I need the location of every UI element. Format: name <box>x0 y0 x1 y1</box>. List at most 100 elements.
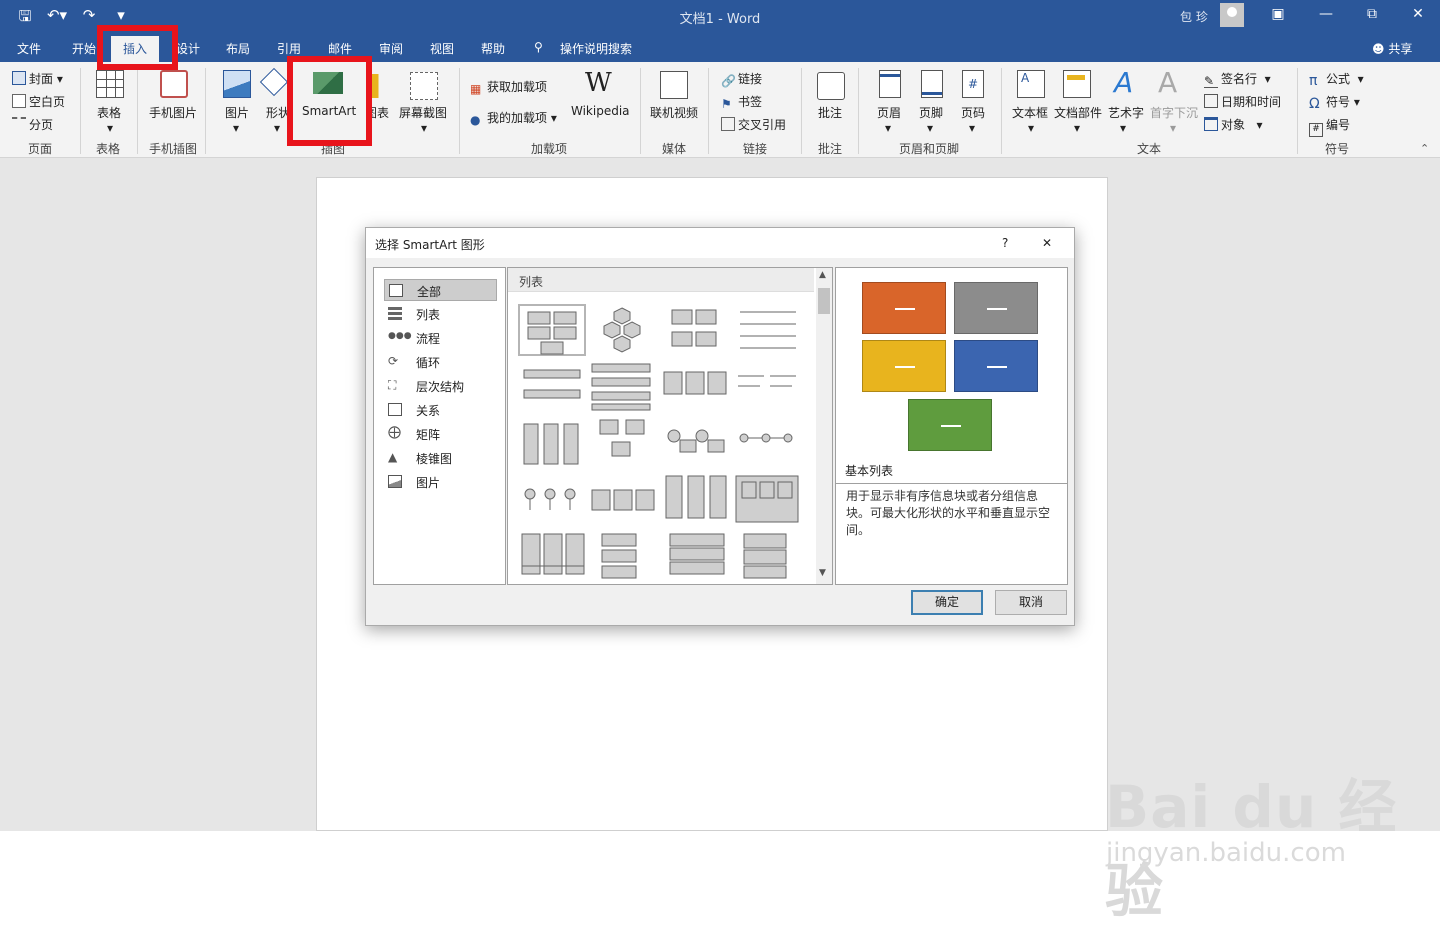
page-number-icon: # <box>962 70 984 98</box>
cover-page-button[interactable]: 封面 ▾ <box>12 70 63 87</box>
dialog-title: 选择 SmartArt 图形 <box>375 238 485 252</box>
layout-thumbnail[interactable] <box>662 530 730 582</box>
layout-thumbnail[interactable] <box>662 416 730 468</box>
layout-thumbnail[interactable] <box>662 304 730 356</box>
collapse-ribbon-icon[interactable]: ⌃ <box>1420 142 1429 155</box>
tell-me-search[interactable]: 操作说明搜索 <box>560 40 632 57</box>
category-pyramid[interactable]: ▲ 棱锥图 <box>384 447 497 469</box>
category-relationship[interactable]: 关系 <box>384 399 497 421</box>
close-window-icon[interactable]: ✕ <box>1406 6 1430 22</box>
category-cycle[interactable]: ⟳ 循环 <box>384 351 497 373</box>
layout-thumbnail[interactable] <box>734 530 802 582</box>
layout-thumbnail[interactable] <box>518 304 586 356</box>
layout-thumbnail[interactable] <box>734 416 802 468</box>
online-video-button[interactable]: 联机视频 <box>650 104 698 121</box>
page-number-button[interactable]: 页码 ▾ <box>961 104 985 135</box>
layout-thumbnail[interactable] <box>734 360 802 412</box>
cancel-button[interactable]: 取消 <box>995 590 1067 615</box>
layout-thumbnail[interactable] <box>518 474 586 526</box>
layout-thumbnail[interactable] <box>662 360 730 412</box>
group-addins: 加载项 <box>531 142 568 156</box>
layout-thumbnail[interactable] <box>734 474 802 526</box>
restore-icon[interactable]: ⧉ <box>1360 6 1384 22</box>
tab-review[interactable]: 审阅 <box>379 40 403 57</box>
tab-home[interactable]: 开始 <box>72 40 96 57</box>
grid-scrollbar[interactable]: ▲ ▼ <box>816 268 832 584</box>
dialog-title-bar: 选择 SmartArt 图形 ? ✕ <box>366 228 1074 258</box>
footer-icon <box>921 70 943 98</box>
tab-view[interactable]: 视图 <box>430 40 454 57</box>
category-process[interactable]: ●●● 流程 <box>384 327 497 349</box>
header-icon <box>879 70 901 98</box>
user-name[interactable]: 包 珍 <box>1180 8 1208 25</box>
layout-thumbnail[interactable] <box>518 416 586 468</box>
tab-help[interactable]: 帮助 <box>481 40 505 57</box>
category-list-item[interactable]: 列表 <box>384 303 497 325</box>
date-time-button[interactable]: 日期和时间 <box>1204 93 1281 110</box>
category-hierarchy[interactable]: ⛶ 层次结构 <box>384 375 497 397</box>
category-picture[interactable]: 图片 <box>384 471 497 493</box>
wordart-icon: A <box>1114 66 1134 99</box>
scroll-down-icon[interactable]: ▼ <box>819 568 826 578</box>
layout-thumbnail[interactable] <box>590 530 658 582</box>
share-button[interactable]: ☻ 共享 <box>1372 40 1412 57</box>
tab-layout[interactable]: 布局 <box>226 40 250 57</box>
ok-button[interactable]: 确定 <box>911 590 983 615</box>
cross-reference-icon <box>721 117 735 131</box>
header-button[interactable]: 页眉 ▾ <box>877 104 901 135</box>
bookmark-button[interactable]: ⚑ 书签 <box>721 93 762 111</box>
smartart-dialog: 选择 SmartArt 图形 ? ✕ 全部 列表 ●●● 流程 ⟳ 循环 ⛶ 层次结构… <box>365 227 1075 626</box>
object-button[interactable]: 对象 ▾ <box>1204 116 1262 133</box>
category-all[interactable]: 全部 <box>384 279 497 301</box>
blank-page-button[interactable]: 空白页 <box>12 93 65 110</box>
get-addins-button[interactable]: ▦ 获取加载项 <box>470 78 547 96</box>
group-phone: 手机插图 <box>149 142 198 156</box>
avatar[interactable] <box>1220 3 1244 27</box>
layout-thumbnail[interactable] <box>590 304 658 356</box>
layout-thumbnail[interactable] <box>518 530 586 582</box>
pictures-button[interactable]: 图片 ▾ <box>225 104 249 135</box>
comment-icon <box>817 72 845 100</box>
screenshot-button[interactable]: 屏幕截图 ▾ <box>399 104 447 135</box>
minimize-icon[interactable]: — <box>1314 6 1338 22</box>
cover-page-icon <box>12 71 26 85</box>
layout-thumbnail[interactable] <box>734 304 802 356</box>
my-addins-button[interactable]: ● 我的加载项 ▾ <box>470 109 557 127</box>
tab-design[interactable]: 设计 <box>176 40 200 57</box>
scroll-up-icon[interactable]: ▲ <box>819 270 826 280</box>
table-button[interactable]: 表格 ▾ <box>97 104 121 135</box>
layout-thumbnail[interactable] <box>590 416 658 468</box>
signature-line-button[interactable]: ✎ 签名行 ▾ <box>1204 70 1271 88</box>
wikipedia-button[interactable]: Wikipedia <box>571 104 630 118</box>
link-icon: 🔗 <box>721 74 736 88</box>
symbol-button[interactable]: Ω 符号 ▾ <box>1309 93 1360 112</box>
footer-button[interactable]: 页脚 ▾ <box>919 104 943 135</box>
list-icon <box>388 307 402 320</box>
link-button[interactable]: 🔗 链接 <box>721 70 762 88</box>
tab-mailings[interactable]: 邮件 <box>328 40 352 57</box>
number-button[interactable]: # 编号 <box>1309 116 1350 137</box>
category-matrix[interactable]: ⨁ 矩阵 <box>384 423 497 445</box>
quick-parts-button[interactable]: 文档部件 ▾ <box>1054 104 1102 135</box>
bookmark-icon: ⚑ <box>721 97 732 111</box>
tab-file[interactable]: 文件 <box>17 40 41 57</box>
equation-button[interactable]: π 公式 ▾ <box>1309 70 1364 89</box>
number-icon: # <box>1309 123 1323 137</box>
tab-references[interactable]: 引用 <box>277 40 301 57</box>
cross-reference-button[interactable]: 交叉引用 <box>721 116 786 133</box>
layout-thumbnail[interactable] <box>590 474 658 526</box>
wordart-button[interactable]: 艺术字 ▾ <box>1108 104 1144 135</box>
scroll-thumb[interactable] <box>818 288 830 314</box>
close-icon[interactable]: ✕ <box>1042 236 1052 250</box>
layout-thumbnail[interactable] <box>590 360 658 412</box>
layout-thumbnail[interactable] <box>662 474 730 526</box>
ribbon-display-icon[interactable]: ▣ <box>1266 6 1290 22</box>
layout-thumbnail[interactable] <box>518 360 586 412</box>
preview-shape <box>954 340 1038 392</box>
text-box-button[interactable]: 文本框 ▾ <box>1012 104 1048 135</box>
comment-button[interactable]: 批注 <box>818 104 842 121</box>
page-break-button[interactable]: 分页 <box>12 116 53 133</box>
group-pages: 页面 <box>28 142 53 156</box>
help-button[interactable]: ? <box>1002 236 1008 250</box>
phone-picture-button[interactable]: 手机图片 <box>149 104 197 121</box>
